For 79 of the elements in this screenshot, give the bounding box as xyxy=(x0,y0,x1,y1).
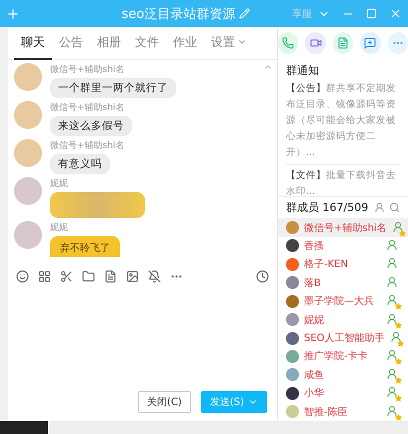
add-member-icon[interactable] xyxy=(374,202,385,214)
close-icon[interactable] xyxy=(389,7,402,20)
taskbar-strip xyxy=(0,421,48,434)
avatar[interactable] xyxy=(14,177,42,205)
avatar xyxy=(286,332,299,345)
avatar xyxy=(286,221,299,234)
scissors-icon[interactable] xyxy=(60,270,73,282)
member-name: 墨子学院—大兵 xyxy=(304,294,375,308)
avatar[interactable] xyxy=(14,101,42,129)
folder-icon[interactable] xyxy=(82,270,95,282)
search-icon[interactable] xyxy=(389,202,400,214)
avatar xyxy=(286,368,299,382)
member-name: 智推-陈臣 xyxy=(304,406,349,419)
avatar xyxy=(286,386,299,400)
member-name: 妮妮 xyxy=(304,314,325,327)
member-row[interactable]: 推广学院-卡卡 xyxy=(278,347,408,366)
member-row[interactable]: 小华 xyxy=(278,384,408,403)
member-row[interactable]: SEO人工智能助手 xyxy=(278,328,408,348)
member-name: 香搔 xyxy=(304,240,325,253)
member-name: SEO人工智能助手 xyxy=(304,332,385,346)
account-label: 享服 xyxy=(292,8,312,20)
members-title: 群成员 167/509 xyxy=(286,200,370,216)
member-name: 推广学院-卡卡 xyxy=(304,350,369,364)
sender-name: 妮妮 xyxy=(50,178,69,190)
member-row[interactable]: 格子-KEN xyxy=(278,255,408,274)
video-icon[interactable] xyxy=(305,32,326,54)
sticker-message: 弃不聆飞了 xyxy=(50,236,120,257)
member-row[interactable]: 落B xyxy=(278,274,408,292)
avatar xyxy=(286,405,299,418)
bell-off-icon[interactable] xyxy=(148,270,161,282)
avatar[interactable] xyxy=(14,139,42,167)
message-bubble: 一个群里一两个就行了 xyxy=(50,78,176,98)
tab[interactable]: 作业 xyxy=(166,26,204,60)
tab[interactable]: 文件 xyxy=(128,26,166,60)
avatar[interactable] xyxy=(14,221,42,249)
document-icon[interactable] xyxy=(104,270,117,282)
tab[interactable]: 公告 xyxy=(52,26,90,60)
send-button[interactable]: 发送(S) xyxy=(200,391,267,413)
avatar xyxy=(286,258,299,271)
member-row[interactable]: 妮妮 xyxy=(278,310,408,329)
tab[interactable]: 相册 xyxy=(90,26,128,60)
avatar xyxy=(286,276,299,290)
member-name: 微信号+辅助shi名 xyxy=(304,222,387,235)
member-name: 咸鱼 xyxy=(304,368,325,382)
member-row[interactable]: 墨子学院—大兵 xyxy=(278,292,408,310)
image-icon[interactable] xyxy=(126,270,139,282)
notice-text[interactable]: 【公告】群共享不定期发布泛目录、镜像源码等资源（尽可能会给大家发被心未加密源码方便二开）... xyxy=(286,81,400,165)
member-row[interactable]: 香搔 xyxy=(278,236,408,256)
maximize-icon[interactable] xyxy=(366,8,377,19)
member-name: 落B xyxy=(304,276,322,290)
sender-name: 微信号+辅助shi名 xyxy=(50,140,124,152)
sender-name: 微信号+辅助shi名 xyxy=(50,102,126,114)
sender-name: 微信号+辅助shi名 xyxy=(50,64,126,76)
avatar xyxy=(286,239,299,252)
notice-title: 群通知 xyxy=(286,63,320,78)
emoji-icon[interactable] xyxy=(16,270,29,282)
avatar xyxy=(286,313,299,326)
avatar[interactable] xyxy=(14,63,42,91)
clock-icon[interactable] xyxy=(256,270,269,282)
member-name: 小华 xyxy=(304,386,325,400)
close-button[interactable]: 关闭(C) xyxy=(138,391,191,413)
message-bubble: 有意义吗 xyxy=(50,154,110,174)
member-row[interactable]: 智推-陈臣 xyxy=(278,402,408,421)
window-title: seo泛目录站群资源 xyxy=(122,6,236,22)
message-bubble: 来这么多假号 xyxy=(50,116,132,136)
plus-icon[interactable] xyxy=(6,6,20,20)
avatar xyxy=(286,294,299,308)
avatar xyxy=(286,350,299,363)
sender-name: 妮妮 xyxy=(50,222,69,234)
notice-text[interactable]: 【文件】批量下载抖音去水印... xyxy=(286,168,400,203)
edit-icon[interactable] xyxy=(239,8,250,19)
tab[interactable]: 设置 xyxy=(204,26,254,60)
phone-icon[interactable] xyxy=(278,32,298,54)
member-row[interactable]: 咸鱼 xyxy=(278,366,408,384)
member-name: 格子-KEN xyxy=(304,258,349,272)
document-icon[interactable] xyxy=(332,32,354,54)
message-plus-icon[interactable] xyxy=(360,32,381,54)
tab[interactable]: 聊天 xyxy=(14,26,52,60)
member-row[interactable]: 微信号+辅助shi名 xyxy=(278,218,408,237)
